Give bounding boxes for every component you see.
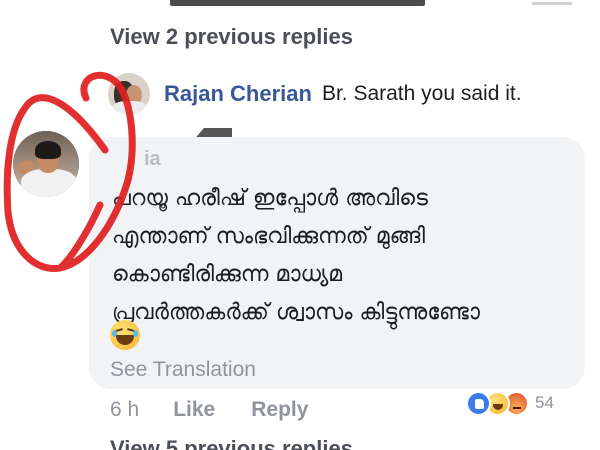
cropped-divider: [532, 2, 572, 5]
comment-line: പറയൂ ഹരീഷ് ഇപ്പോൾ അവിടെ: [112, 186, 428, 211]
comment-actions: 6 h Like Reply: [110, 398, 308, 422]
reply-button[interactable]: Reply: [251, 398, 308, 422]
reply-text: Br. Sarath you said it.: [321, 82, 522, 105]
reply-comment: Rajan Cherian Br. Sarath you said it.: [108, 73, 522, 115]
comment-text: പറയൂ ഹരീഷ് ഇപ്പോൾ അവിടെ എന്താണ് സംഭവിക്ക…: [112, 180, 572, 332]
reaction-count: 54: [535, 393, 554, 412]
comment-line: എന്താണ് സംഭവിക്കുന്നത് മുങ്ങി: [112, 224, 426, 249]
like-reaction-icon: [466, 390, 491, 416]
like-button[interactable]: Like: [173, 398, 215, 422]
comment-author-name[interactable]: ia: [144, 148, 161, 171]
reply-author-name[interactable]: Rajan Cherian: [164, 81, 312, 107]
avatar[interactable]: [108, 73, 150, 115]
comment-line: കൊണ്ടിരിക്കുന്ന മാധ്യമ: [112, 262, 343, 287]
laughing-emoji-icon: [110, 320, 140, 350]
view-previous-replies-link[interactable]: View 2 previous replies: [110, 24, 353, 50]
see-translation-link[interactable]: See Translation: [110, 358, 256, 382]
commenter-avatar[interactable]: [13, 131, 79, 197]
view-previous-replies-link-bottom[interactable]: View 5 previous replies: [110, 436, 353, 450]
comment-timestamp[interactable]: 6 h: [110, 398, 139, 422]
comment-line: പ്രവർത്തകർക്ക് ശ്വാസം കിട്ടുന്നുണ്ടോ: [112, 300, 480, 325]
reactions-summary[interactable]: 54: [466, 389, 554, 417]
cropped-text-fragment: [170, 0, 425, 6]
